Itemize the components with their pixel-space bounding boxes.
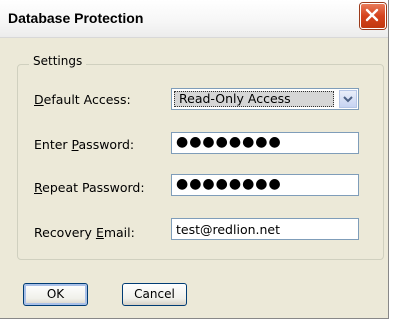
ok-button[interactable]: OK — [23, 283, 88, 306]
default-access-label-accel: D — [34, 92, 44, 107]
repeat-password-label: Repeat Password: — [34, 180, 145, 195]
title-bar[interactable]: Database Protection — [0, 0, 388, 38]
recovery-email-label: Recovery Email: — [34, 225, 135, 240]
repeat-password-field[interactable]: ●●●●●●●● — [171, 174, 359, 196]
dialog-title: Database Protection — [8, 10, 144, 26]
default-access-select[interactable]: Read-Only Access — [171, 88, 359, 110]
enter-password-field[interactable]: ●●●●●●●● — [171, 132, 359, 154]
default-access-label: Default Access: — [34, 92, 131, 107]
cancel-button[interactable]: Cancel — [122, 283, 187, 306]
close-button[interactable] — [360, 3, 386, 29]
default-access-label-rest: efault Access: — [43, 92, 131, 107]
enter-password-label-prefix: Enter — [34, 137, 72, 152]
recovery-email-field[interactable]: test@redlion.net — [171, 218, 359, 240]
dropdown-arrow-button[interactable] — [339, 90, 357, 108]
chevron-down-icon — [343, 96, 353, 103]
recovery-email-label-rest: mail: — [103, 225, 135, 240]
default-access-value: Read-Only Access — [174, 91, 334, 107]
repeat-password-label-accel: R — [34, 180, 43, 195]
database-protection-dialog: Database Protection Settings Default Acc… — [0, 0, 389, 319]
close-icon — [365, 8, 379, 22]
settings-legend: Settings — [29, 54, 87, 68]
enter-password-label-accel: P — [71, 137, 79, 152]
recovery-email-label-prefix: Recovery — [34, 225, 96, 240]
recovery-email-label-accel: E — [95, 225, 104, 240]
enter-password-label: Enter Password: — [34, 137, 134, 152]
enter-password-label-rest: assword: — [78, 137, 135, 152]
repeat-password-label-rest: epeat Password: — [42, 180, 145, 195]
